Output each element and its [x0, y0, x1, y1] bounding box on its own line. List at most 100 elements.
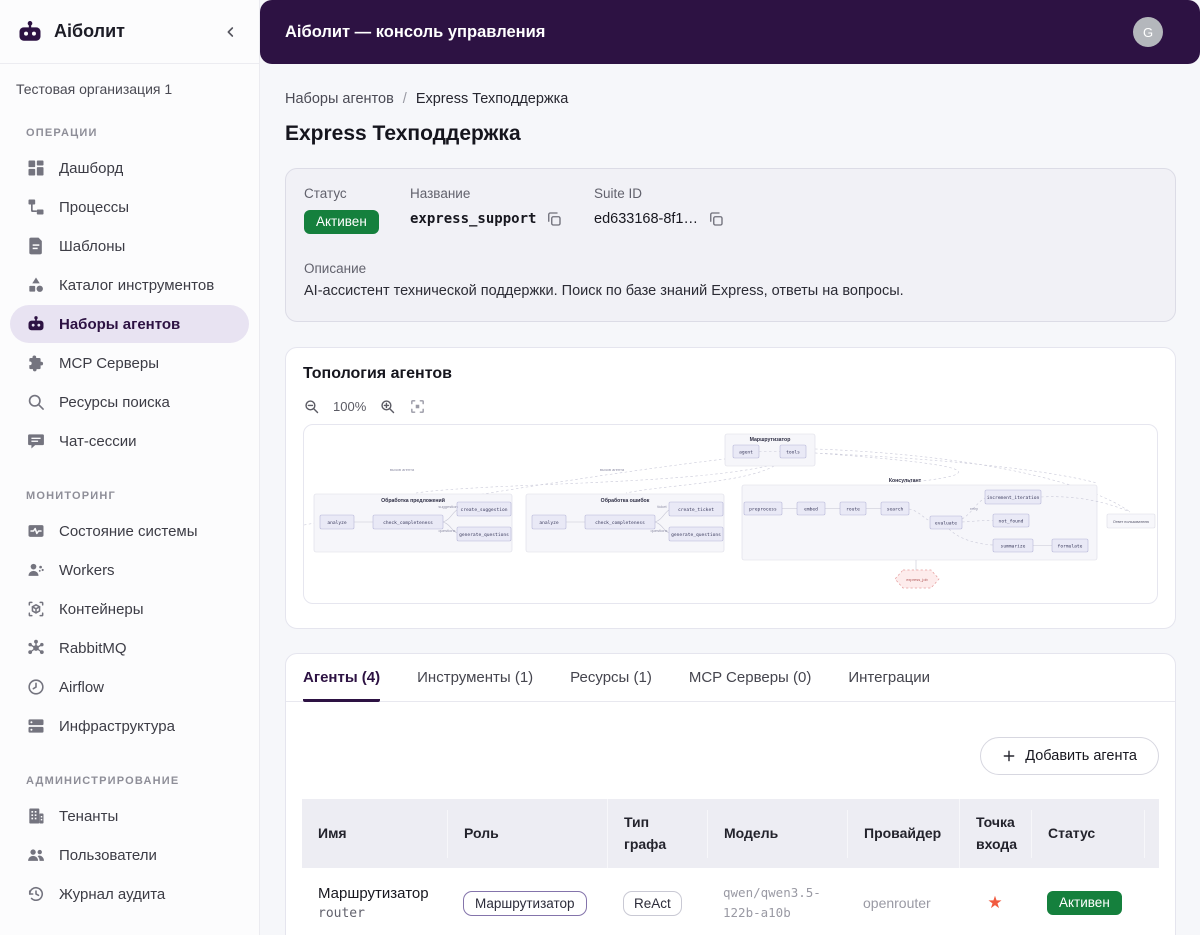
edge-label: вызов агента	[390, 467, 415, 472]
sidebar-item-audit-log[interactable]: Журнал аудита	[10, 875, 249, 913]
sidebar-item-templates[interactable]: Шаблоны	[10, 227, 249, 265]
topology-group-suggestions[interactable]: Обработка предложений analyze check_comp…	[313, 493, 513, 553]
sidebar-item-dashboard[interactable]: Дашборд	[10, 149, 249, 187]
add-agent-button[interactable]: Добавить агента	[980, 737, 1159, 775]
agents-card: Агенты (4) Инструменты (1) Ресурсы (1) M…	[285, 653, 1176, 935]
clock-icon	[26, 677, 46, 697]
sidebar-section-monitoring: МОНИТОРИНГ	[26, 490, 116, 502]
sidebar-collapse-button[interactable]	[219, 20, 243, 44]
suite-id-value: ed633168-8f1…	[594, 211, 698, 227]
sidebar-item-label: Тенанты	[59, 807, 119, 825]
brand-name: Аіболит	[54, 21, 125, 41]
agent-name-cell: Маршрутизатор router	[302, 870, 447, 935]
tab-tools[interactable]: Инструменты (1)	[417, 654, 533, 702]
sidebar-item-chat-sessions[interactable]: Чат-сессии	[10, 422, 249, 460]
tab-bar: Агенты (4) Инструменты (1) Ресурсы (1) M…	[286, 654, 1175, 702]
topology-group-consultant[interactable]: Консультант preprocess embed route searc…	[741, 478, 1098, 561]
topology-title: Топология агентов	[303, 365, 452, 382]
topology-canvas[interactable]: Маршрутизатор agent tools вызов агента в…	[303, 424, 1158, 604]
topology-controls: 100%	[303, 398, 1158, 415]
svg-text:generate_questions: generate_questions	[671, 532, 721, 538]
sidebar-item-label: Workers	[59, 561, 115, 579]
tab-resources[interactable]: Ресурсы (1)	[570, 654, 652, 702]
description-text: AI-ассистент технической поддержки. Поис…	[304, 283, 904, 299]
sidebar-item-agent-suites[interactable]: Наборы агентов	[10, 305, 249, 343]
agents-table-viewport[interactable]: Имя Роль Тип графа Модель Провайдер Точк…	[302, 799, 1159, 935]
sidebar-item-tenants[interactable]: Тенанты	[10, 797, 249, 835]
topology-node-express-job[interactable]: express_job	[894, 560, 940, 589]
svg-text:questions: questions	[650, 528, 667, 533]
svg-text:create_suggestion: create_suggestion	[460, 507, 507, 513]
svg-text:Маршрутизатор: Маршрутизатор	[750, 437, 791, 443]
sidebar-item-containers[interactable]: Контейнеры	[10, 590, 249, 628]
sidebar-item-label: Контейнеры	[59, 600, 144, 618]
svg-text:Консультант: Консультант	[889, 478, 922, 484]
tab-agents[interactable]: Агенты (4)	[303, 654, 381, 702]
sidebar-logo-row: Аіболит	[0, 0, 259, 64]
agent-status-cell: Активен	[1031, 876, 1144, 930]
console-title: Аіболит — консоль управления	[285, 22, 546, 41]
col-header-clipped: И	[1144, 809, 1159, 858]
app-window: Аіболит Тестовая организация 1 ОПЕРАЦИИ …	[0, 0, 1200, 935]
status-badge: Активен	[304, 210, 379, 234]
user-avatar[interactable]: G	[1133, 17, 1163, 47]
graph-type-badge: ReAct	[623, 890, 682, 916]
svg-text:express_job: express_job	[906, 577, 928, 582]
svg-text:analyze: analyze	[539, 520, 559, 526]
sidebar-item-mcp-servers[interactable]: MCP Серверы	[10, 344, 249, 382]
zoom-in-button[interactable]	[379, 398, 396, 415]
sidebar-item-rabbitmq[interactable]: RabbitMQ	[10, 629, 249, 667]
svg-text:formulate: formulate	[1058, 544, 1083, 550]
sidebar-item-system-health[interactable]: Состояние системы	[10, 512, 249, 550]
zoom-out-button[interactable]	[303, 398, 320, 415]
col-header-graph-type: Тип графа	[607, 799, 707, 869]
sidebar-item-airflow[interactable]: Airflow	[10, 668, 249, 706]
plus-icon	[1003, 750, 1015, 762]
col-header-role: Роль	[447, 809, 607, 858]
organization-name: Тестовая организация 1	[16, 81, 173, 97]
svg-text:check_completeness: check_completeness	[383, 520, 433, 526]
zoom-level: 100%	[333, 399, 367, 414]
sidebar-item-tool-catalog[interactable]: Каталог инструментов	[10, 266, 249, 304]
agent-code-name: router	[318, 906, 365, 922]
svg-text:preprocess: preprocess	[749, 508, 777, 513]
svg-text:Ответ пользователю: Ответ пользователю	[1113, 520, 1149, 524]
sidebar-item-label: Процессы	[59, 198, 130, 216]
svg-text:create_ticket: create_ticket	[678, 507, 714, 513]
sidebar-item-label: Наборы агентов	[59, 315, 181, 333]
svg-text:generate_questions: generate_questions	[459, 532, 509, 538]
tab-integrations[interactable]: Интеграции	[848, 654, 930, 702]
copy-name-button[interactable]	[545, 210, 563, 228]
sidebar-item-users[interactable]: Пользователи	[10, 836, 249, 874]
sidebar-section-operations: ОПЕРАЦИИ	[26, 127, 98, 139]
server-stack-icon	[26, 716, 46, 736]
model-name: qwen/qwen3.5-122b-a10b	[723, 885, 821, 921]
fit-view-button[interactable]	[409, 398, 426, 415]
sidebar-item-search-resources[interactable]: Ресурсы поиска	[10, 383, 249, 421]
sidebar-item-label: MCP Серверы	[59, 354, 160, 372]
sidebar-item-processes[interactable]: Процессы	[10, 188, 249, 226]
svg-text:retry: retry	[970, 506, 978, 511]
tab-mcp-servers[interactable]: MCP Серверы (0)	[689, 654, 812, 702]
svg-text:evaluate: evaluate	[935, 521, 957, 527]
sidebar-item-label: Журнал аудита	[59, 885, 166, 903]
sidebar-item-label: Инфраструктура	[59, 717, 175, 735]
breadcrumb: Наборы агентов / Express Техподдержка	[285, 91, 1176, 107]
topology-group-errors[interactable]: Обработка ошибок analyze check_completen…	[525, 493, 725, 553]
shapes-icon	[26, 275, 46, 295]
svg-text:Обработка предложений: Обработка предложений	[381, 497, 445, 504]
top-bar: Аіболит — консоль управления G	[260, 0, 1200, 64]
sidebar-item-infrastructure[interactable]: Инфраструктура	[10, 707, 249, 745]
agent-status-badge: Активен	[1047, 891, 1122, 916]
breadcrumb-parent-link[interactable]: Наборы агентов	[285, 91, 394, 107]
svg-text:increment_iteration: increment_iteration	[987, 495, 1040, 501]
topology-group-router[interactable]: Маршрутизатор agent tools	[724, 433, 816, 467]
puzzle-icon	[26, 353, 46, 373]
worker-gear-icon	[26, 560, 46, 580]
dashboard-icon	[26, 158, 46, 178]
sidebar-item-label: Ресурсы поиска	[59, 393, 170, 411]
copy-suite-id-button[interactable]	[707, 210, 725, 228]
svg-text:questions: questions	[438, 528, 455, 533]
table-row[interactable]: Маршрутизатор router Маршрутизатор ReAct	[302, 868, 1159, 935]
sidebar-item-workers[interactable]: Workers	[10, 551, 249, 589]
